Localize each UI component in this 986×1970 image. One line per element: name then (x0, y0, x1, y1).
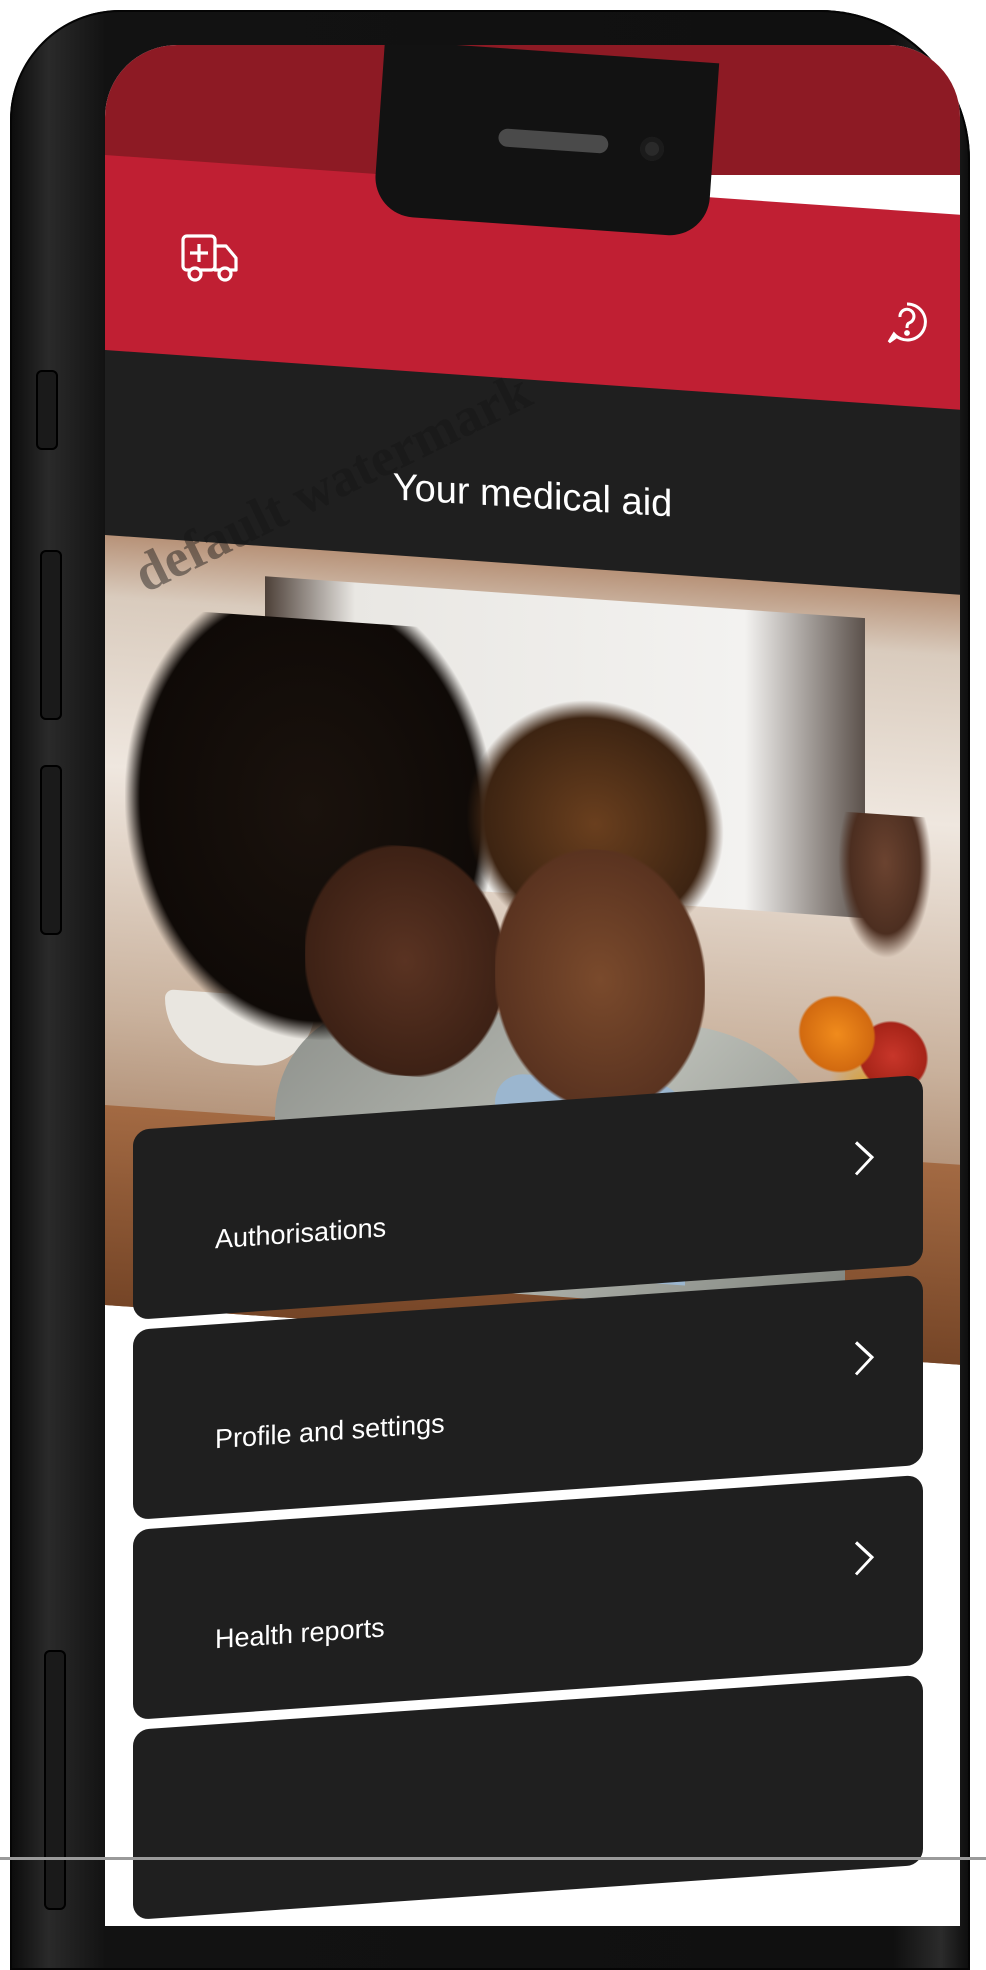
chevron-right-icon (854, 1341, 875, 1376)
notch (372, 45, 720, 238)
menu-item-label: Health reports (215, 1612, 385, 1655)
speaker-grille (497, 128, 609, 154)
page-title: Your medical aid (392, 466, 673, 526)
volume-up-button (40, 550, 62, 720)
side-rail (44, 1650, 66, 1910)
chevron-right-icon (854, 1541, 875, 1576)
ambulance-icon[interactable] (180, 230, 240, 286)
menu-item-label: Authorisations (215, 1212, 387, 1255)
phone-screen: Your medical aid Authorisations Profile … (105, 45, 960, 1926)
silent-switch (36, 370, 58, 450)
divider-line (0, 1857, 986, 1860)
menu-item-label: Profile and settings (215, 1408, 445, 1455)
volume-down-button (40, 765, 62, 935)
question-circle-icon[interactable] (885, 300, 929, 348)
front-camera (639, 136, 665, 162)
chevron-right-icon (854, 1141, 875, 1176)
